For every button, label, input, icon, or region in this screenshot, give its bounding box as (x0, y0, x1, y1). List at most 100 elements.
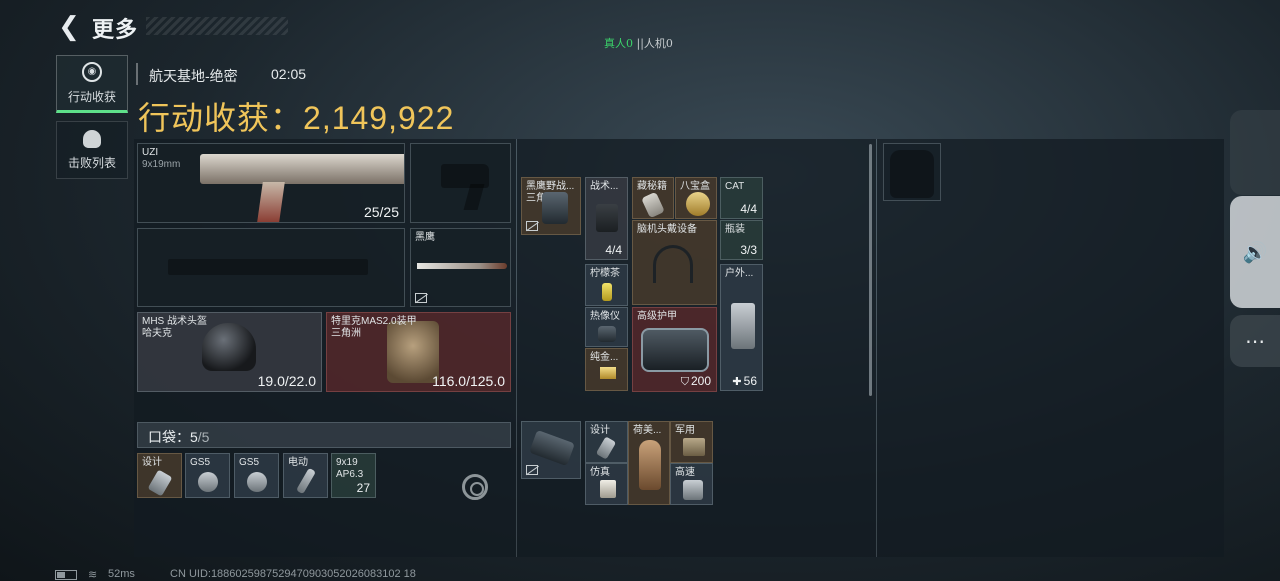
skull-icon (83, 129, 101, 148)
item-image (683, 438, 705, 456)
figurine-image (639, 440, 661, 490)
primary-weapon-slot[interactable]: UZI 9x19mm 25/25 (137, 143, 405, 223)
headset-item[interactable]: 脑机头戴设备 (632, 220, 717, 305)
military-item[interactable]: 军用 (670, 421, 713, 463)
melee-slot[interactable]: 黑鹰 (410, 228, 511, 307)
item-image (247, 472, 267, 492)
no-insure-icon (526, 221, 538, 231)
more-button[interactable]: ⋯ (1230, 315, 1280, 367)
pocket-item-ammo[interactable]: 9x19 AP6.3 27 (331, 453, 376, 498)
item-image (683, 480, 703, 500)
armor-case-image (641, 328, 709, 372)
figurine-item[interactable]: 荷美... (628, 421, 670, 505)
secondary-weapon-slot[interactable] (137, 228, 405, 307)
helmet-slot[interactable]: MHS 战术头盔 哈夫克 19.0/22.0 (137, 312, 322, 392)
lemon-tea-item[interactable]: 柠檬茶 (585, 264, 628, 306)
helmet-label: MHS 战术头盔 哈夫克 (142, 316, 207, 339)
earnings-value: 2,149,922 (303, 100, 455, 136)
backpack-equip-slot[interactable] (883, 143, 941, 201)
map-name: 航天基地-绝密 (149, 68, 238, 84)
medkit-item[interactable]: 战术... 4/4 (585, 177, 628, 260)
raid-time: 02:05 (271, 66, 307, 82)
backpack-image (529, 429, 575, 467)
earnings-total: 行动收获：2,149,922 (138, 93, 454, 139)
weapon-label: UZI 9x19mm (142, 147, 181, 170)
medkit-image (596, 204, 618, 232)
item-image (600, 480, 616, 498)
rifle-placeholder-icon (168, 259, 368, 275)
panel-divider (516, 139, 517, 557)
player-counters: 真人0 ||人机0 (604, 35, 673, 51)
outdoor-item[interactable]: 户外... ✚ 56 (720, 264, 763, 391)
ping-value: 52ms (108, 568, 135, 580)
item-image (595, 436, 617, 460)
pocket-item[interactable]: 设计 (137, 453, 182, 498)
battery-icon (55, 570, 77, 580)
rig-slot[interactable]: 黑鹰野战... 三角洲 (521, 177, 581, 235)
no-insure-icon (415, 293, 427, 303)
panel-divider (876, 139, 877, 557)
counter-separator: || (636, 37, 644, 50)
rig-image (542, 192, 568, 224)
back-arrow-icon: ❮ (58, 10, 80, 41)
bottle-item[interactable]: 瓶装 3/3 (720, 220, 763, 260)
replica-item[interactable]: 仿真 (585, 463, 628, 505)
cat-tourniquet-item[interactable]: CAT 4/4 (720, 177, 763, 219)
volume-button[interactable]: 🔊 (1230, 196, 1280, 308)
design-item[interactable]: 设计 (585, 421, 628, 463)
item-image (602, 283, 612, 301)
scan-button[interactable] (462, 474, 488, 500)
item-image (731, 303, 755, 349)
title-decoration (146, 17, 288, 35)
back-button[interactable]: ❮ (56, 10, 82, 41)
armor-slot[interactable]: 特里克MAS2.0装甲 三角洲 116.0/125.0 (326, 312, 511, 392)
plus-icon: ✚ (732, 376, 742, 388)
bot-count: 人机0 (643, 37, 673, 50)
wifi-icon: ≋ (88, 569, 98, 581)
thermal-item[interactable]: 热像仪 (585, 307, 628, 347)
tab-label: 行动收获 (67, 89, 116, 104)
secret-item[interactable]: 藏秘籍 (632, 177, 674, 219)
real-player-count: 真人0 (604, 37, 633, 50)
speaker-icon: 🔊 (1242, 241, 1268, 264)
tab-label: 击败列表 (67, 155, 116, 170)
ammo-count: 25/25 (363, 204, 399, 220)
uid-text: CN UID:1886025987529470903052026083102 1… (170, 568, 416, 580)
item-image (600, 367, 616, 379)
container-scrollbar[interactable] (869, 144, 872, 396)
backpack-panel (877, 139, 1224, 557)
sidearm-slot[interactable] (410, 143, 511, 223)
item-image (296, 467, 316, 495)
armor-label: 特里克MAS2.0装甲 三角洲 (331, 316, 417, 339)
no-insure-icon (526, 465, 538, 475)
helmet-durability: 19.0/22.0 (257, 373, 316, 389)
melee-label: 黑鹰 (415, 232, 435, 243)
armor-durability: 116.0/125.0 (432, 373, 505, 389)
ellipsis-icon: ⋯ (1245, 330, 1265, 353)
side-panel-tab[interactable] (1230, 110, 1280, 195)
helmet-image (202, 323, 256, 371)
item-image (198, 472, 218, 492)
page-title: 更多 (92, 17, 139, 42)
pockets-header: 口袋：5/5 (137, 422, 511, 448)
shield-icon: ⛉ (680, 376, 689, 388)
pistol-placeholder-icon (441, 164, 489, 188)
highspeed-item[interactable]: 高速 (670, 463, 713, 505)
octo-box-item[interactable]: 八宝盒 (675, 177, 717, 219)
pocket-item[interactable]: 电动 (283, 453, 328, 498)
pocket-item[interactable]: GS5 (234, 453, 279, 498)
header-divider (136, 63, 138, 85)
pocket-item[interactable]: GS5 (185, 453, 230, 498)
armor-case-item[interactable]: 高级护甲 ⛉ 200 (632, 307, 717, 392)
item-image (686, 192, 710, 216)
earnings-label: 行动收获： (138, 100, 304, 136)
uzi-image (200, 154, 404, 184)
item-image (641, 191, 665, 218)
item-image (147, 469, 173, 497)
gold-item[interactable]: 纯金... (585, 348, 628, 391)
backpack-slot[interactable] (521, 421, 581, 479)
tab-action-harvest[interactable]: ◉ 行动收获 (56, 55, 128, 113)
tab-kill-list[interactable]: 击败列表 (56, 121, 128, 179)
backpack-placeholder-icon (890, 150, 934, 198)
target-icon: ◉ (82, 61, 102, 82)
